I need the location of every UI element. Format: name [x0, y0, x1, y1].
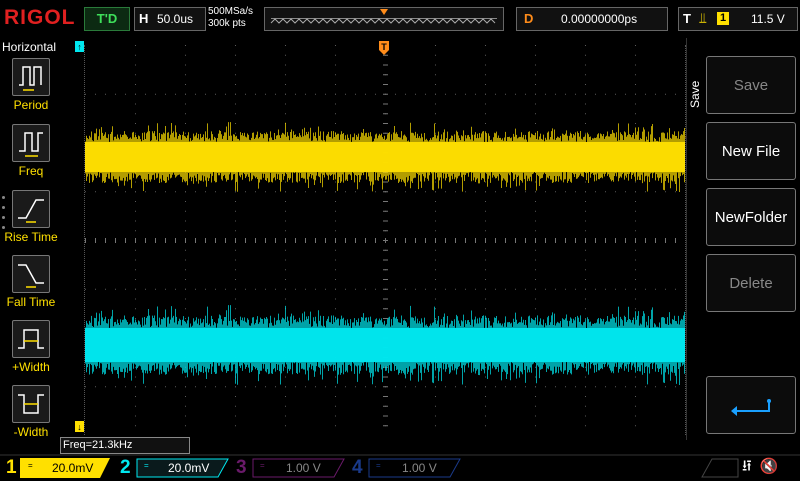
channel-3-tab[interactable]: 3 = 1.00 V	[232, 456, 345, 480]
delay-box[interactable]: D 0.00000000ps	[516, 7, 668, 31]
rise-time-label: Rise Time	[4, 230, 58, 244]
sample-rate: 500MSa/s	[208, 6, 254, 17]
bottom-bar-divider	[701, 458, 739, 478]
channel-2-trace	[85, 305, 685, 385]
memory-waveform-icon	[270, 9, 497, 24]
return-icon	[731, 399, 771, 416]
new-file-button[interactable]: New File	[706, 122, 796, 180]
period-icon	[19, 66, 42, 91]
acquisition-info: 500MSa/s 300k pts	[208, 6, 253, 30]
trigger-label: T	[683, 11, 691, 26]
trigger-box[interactable]: T ⫫ 1 11.5 V	[678, 7, 798, 31]
memory-depth: 300k pts	[208, 18, 246, 29]
waveform-display[interactable]	[84, 45, 686, 435]
channel-1-number: 1	[6, 457, 17, 478]
delay-label: D	[524, 11, 534, 26]
fall-time-label: Fall Time	[6, 295, 56, 309]
save-button[interactable]: Save	[706, 56, 796, 114]
trigger-level: 11.5 V	[751, 12, 785, 26]
channel-2-number: 2	[120, 457, 131, 478]
freq-label: Freq	[18, 164, 44, 178]
positive-width-button[interactable]	[12, 320, 50, 358]
svg-text:=: =	[144, 461, 149, 470]
negative-width-label: -Width	[13, 425, 49, 439]
rising-edge-icon: ⫫	[699, 10, 707, 26]
channel-4-number: 4	[352, 457, 363, 478]
return-button[interactable]	[706, 376, 796, 434]
svg-text:=: =	[260, 461, 265, 470]
timebase-box[interactable]: H 50.0us	[134, 7, 206, 31]
fall-time-button[interactable]	[12, 255, 50, 293]
period-label: Period	[13, 98, 49, 112]
svg-text:T: T	[381, 42, 387, 52]
channel-3-scale: 1.00 V	[286, 461, 321, 475]
mute-icon[interactable]: 🔇	[760, 458, 779, 475]
positive-width-label: +Width	[12, 360, 50, 374]
negative-width-button[interactable]	[12, 385, 50, 423]
channel-2-tab[interactable]: 2 = 20.0mV	[116, 456, 229, 480]
trigger-status-badge[interactable]: T'D	[84, 7, 130, 31]
channel-4-scale: 1.00 V	[402, 461, 437, 475]
delete-button[interactable]: Delete	[706, 254, 796, 312]
channel-1-tab[interactable]: 1 = 20.0mV	[0, 456, 112, 480]
svg-text:=: =	[376, 461, 381, 470]
negative-width-icon	[18, 394, 44, 414]
brand-logo: RIGOL	[4, 6, 76, 29]
channel-1-offset-marker[interactable]: ↓	[74, 420, 86, 434]
channel-4-tab[interactable]: 4 = 1.00 V	[348, 456, 461, 480]
period-button[interactable]	[12, 58, 50, 96]
timebase-value: 50.0us	[157, 12, 194, 26]
horizontal-label: H	[139, 11, 149, 26]
fall-time-icon	[18, 264, 44, 288]
horizontal-menu-title: Horizontal	[2, 40, 57, 54]
svg-text:↓: ↓	[77, 422, 82, 432]
channel-3-number: 3	[236, 457, 247, 478]
channel-2-scale: 20.0mV	[168, 461, 210, 475]
save-menu-title: Save	[688, 80, 702, 108]
memory-overview-bar[interactable]	[264, 7, 504, 31]
svg-text:=: =	[28, 461, 33, 470]
trigger-position-marker[interactable]: T	[378, 40, 390, 56]
delay-value: 0.00000000ps	[561, 12, 638, 26]
channel-2-offset-marker[interactable]: ↑	[74, 40, 86, 54]
positive-width-icon	[18, 329, 44, 349]
freq-icon	[19, 132, 43, 157]
rise-time-button[interactable]	[12, 190, 50, 228]
channel-1-scale: 20.0mV	[52, 461, 94, 475]
frequency-measurement[interactable]: Freq=21.3kHz	[60, 437, 190, 454]
svg-text:↑: ↑	[77, 42, 82, 52]
channel-1-trace	[85, 122, 685, 192]
trigger-source-badge: 1	[717, 12, 729, 25]
freq-button[interactable]	[12, 124, 50, 162]
new-folder-button[interactable]: NewFolder	[706, 188, 796, 246]
rise-time-icon	[18, 199, 44, 223]
usb-status: ⭿ 🔇	[742, 456, 779, 481]
usb-icon: ⭿	[742, 458, 752, 475]
